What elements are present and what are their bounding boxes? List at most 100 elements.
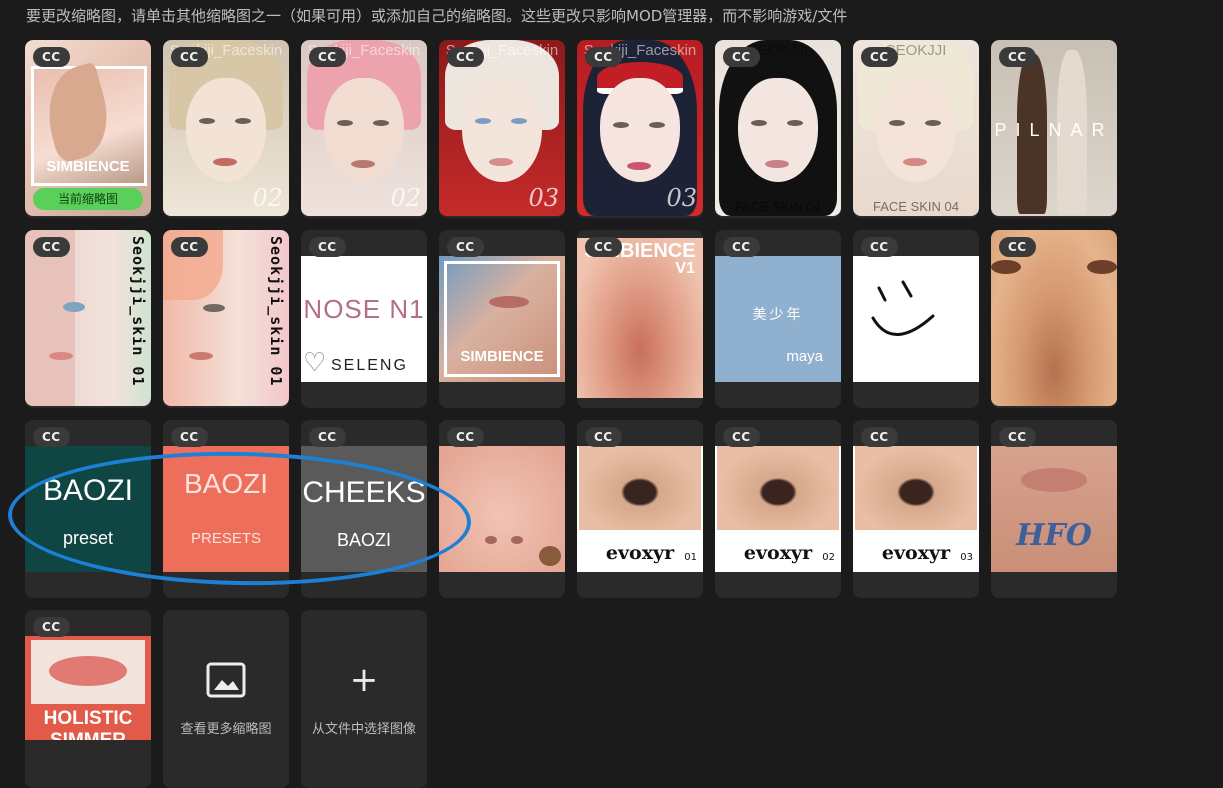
thumbnail-tile[interactable]: PILNAR CC <box>991 40 1117 218</box>
thumbnail-tile[interactable]: CC <box>853 230 979 408</box>
thumbnail-caption: HFO <box>1016 518 1092 553</box>
cc-badge: CC <box>999 237 1036 257</box>
thumbnail-subcaption: preset <box>62 528 114 548</box>
cc-badge: CC <box>33 617 70 637</box>
thumbnail-tile[interactable]: SIMBIENCE CC <box>439 230 565 408</box>
thumbnail-tile[interactable]: evoxyr 01 CC <box>577 420 703 598</box>
thumbnail-subcaption: BAOZI <box>336 530 391 550</box>
thumbnail-caption: NOSE N1 <box>303 294 425 324</box>
view-more-thumbnails-button[interactable]: 查看更多缩略图 <box>163 610 289 788</box>
thumbnail-tile[interactable]: evoxyr 03 CC <box>853 420 979 598</box>
thumbnail-subcaption: SELENG <box>331 357 408 374</box>
thumbnail-tile[interactable]: Seokjji_Faceskin 02 CC <box>301 40 427 218</box>
thumbnail-number: 01 <box>684 552 697 563</box>
thumbnail-number: 03 <box>960 552 973 563</box>
cc-badge: CC <box>861 427 898 447</box>
thumbnail-caption: HOLISTIC <box>43 708 133 729</box>
thumbnail-caption: FACE SKIN 04 <box>735 199 821 214</box>
cc-badge: CC <box>309 427 346 447</box>
thumbnail-side-text: Seokjji_skin 01 <box>129 236 147 387</box>
cc-badge: CC <box>723 237 760 257</box>
thumbnail-tile[interactable]: Seokjji_Faceskin 02 CC <box>163 40 289 218</box>
cc-badge: CC <box>171 47 208 67</box>
thumbnail-image: HFO <box>991 446 1117 572</box>
thumbnail-tile[interactable]: 美少年 maya CC <box>715 230 841 408</box>
thumbnail-caption: 美少年 <box>752 306 804 322</box>
thumbnail-tile[interactable]: evoxyr 02 CC <box>715 420 841 598</box>
choose-from-file-label: 从文件中选择图像 <box>311 722 416 737</box>
thumbnail-caption: SIMBIENCE <box>46 158 130 175</box>
cc-badge: CC <box>309 47 346 67</box>
thumbnail-caption: SIMBIENCE <box>460 348 544 365</box>
cc-badge: CC <box>447 47 484 67</box>
thumbnail-image: NOSE N1 ♡ SELENG <box>301 256 427 382</box>
thumbnail-tile[interactable]: SEOKJJI FACE SKIN 04 CC <box>853 40 979 218</box>
cc-badge: CC <box>585 47 622 67</box>
thumbnail-number: 02 <box>252 184 283 212</box>
cc-badge: CC <box>861 47 898 67</box>
thumbnail-tile[interactable]: SEOKJJI FACE SKIN 04 CC <box>715 40 841 218</box>
thumbnail-tile[interactable]: NOSE N1 ♡ SELENG CC <box>301 230 427 408</box>
thumbnail-tile[interactable]: HOLISTIC SIMMER CC <box>25 610 151 788</box>
cc-badge: CC <box>999 427 1036 447</box>
cc-badge: CC <box>723 427 760 447</box>
thumbnail-tile[interactable]: BAOZI PRESETS CC <box>163 420 289 598</box>
thumbnail-image <box>439 446 565 572</box>
choose-image-from-file-button[interactable]: + 从文件中选择图像 <box>301 610 427 788</box>
thumbnail-caption: BAOZI <box>183 468 268 499</box>
thumbnail-image <box>853 256 979 382</box>
cc-badge: CC <box>585 427 622 447</box>
cc-badge: CC <box>447 427 484 447</box>
thumbnail-image: CHEEKS BAOZI <box>301 446 427 572</box>
cc-badge: CC <box>309 237 346 257</box>
thumbnail-tile-current[interactable]: SIMBIENCE CC 当前缩略图 <box>25 40 151 218</box>
thumbnail-tile[interactable]: Seokjji_Faceskin 03 CC <box>439 40 565 218</box>
thumbnail-number: 02 <box>390 184 421 212</box>
cc-badge: CC <box>723 47 760 67</box>
thumbnail-image: 美少年 maya <box>715 256 841 382</box>
current-thumbnail-badge: 当前缩略图 <box>33 188 143 210</box>
cc-badge: CC <box>171 427 208 447</box>
heart-icon: ♡ <box>303 348 327 378</box>
cc-badge: CC <box>999 47 1036 67</box>
plus-icon: + <box>349 660 379 700</box>
thumbnail-side-text: Seokjji_skin 01 <box>267 236 285 387</box>
thumbnail-number: 03 <box>666 184 697 212</box>
cc-badge: CC <box>171 237 208 257</box>
thumbnail-subcaption: PRESETS <box>190 530 262 547</box>
thumbnail-image: SIMBIENCE <box>439 256 565 382</box>
instruction-text: 要更改缩略图，请单击其他缩略图之一（如果可用）或添加自己的缩略图。这些更改只影响… <box>26 7 848 25</box>
thumbnail-tile[interactable]: Seokjji_skin 01 CC <box>25 230 151 408</box>
thumbnail-tile[interactable]: BAOZI preset CC <box>25 420 151 598</box>
thumbnail-tile[interactable]: HFO CC <box>991 420 1117 598</box>
thumbnail-tile[interactable]: Seokjji_Faceskin 03 CC <box>577 40 703 218</box>
thumbnail-number: 03 <box>528 184 559 212</box>
thumbnail-tile[interactable]: Seokjji_skin 01 CC <box>163 230 289 408</box>
thumbnail-caption: PILNAR <box>994 120 1114 140</box>
thumbnail-image: BAOZI preset <box>25 446 151 572</box>
thumbnail-tile[interactable]: SIMBIENCE V1 CC <box>577 230 703 408</box>
thumbnail-tile[interactable]: CC <box>439 420 565 598</box>
thumbnail-number: 02 <box>822 552 835 563</box>
cc-badge: CC <box>33 237 70 257</box>
cc-badge: CC <box>861 237 898 257</box>
smiley-drawing <box>871 280 935 336</box>
thumbnail-image: evoxyr 01 <box>577 446 703 572</box>
cc-badge: CC <box>33 47 70 67</box>
thumbnail-caption: BAOZI <box>42 474 133 507</box>
thumbnail-subcaption: SIMMER <box>25 730 151 740</box>
cc-badge: CC <box>33 427 70 447</box>
cc-badge: CC <box>585 237 622 257</box>
thumbnail-image: HOLISTIC SIMMER <box>25 636 151 740</box>
bear-icon <box>539 546 561 566</box>
image-icon <box>163 662 289 702</box>
thumbnail-subcaption: V1 <box>675 260 695 277</box>
thumbnail-subcaption: maya <box>786 348 823 365</box>
thumbnail-caption: FACE SKIN 04 <box>873 199 959 214</box>
cc-badge: CC <box>447 237 484 257</box>
thumbnail-image: SIMBIENCE V1 <box>577 238 703 398</box>
thumbnail-tile[interactable]: CC <box>991 230 1117 408</box>
thumbnail-tile[interactable]: CHEEKS BAOZI CC <box>301 420 427 598</box>
thumbnail-image: evoxyr 03 <box>853 446 979 572</box>
thumbnail-image: evoxyr 02 <box>715 446 841 572</box>
